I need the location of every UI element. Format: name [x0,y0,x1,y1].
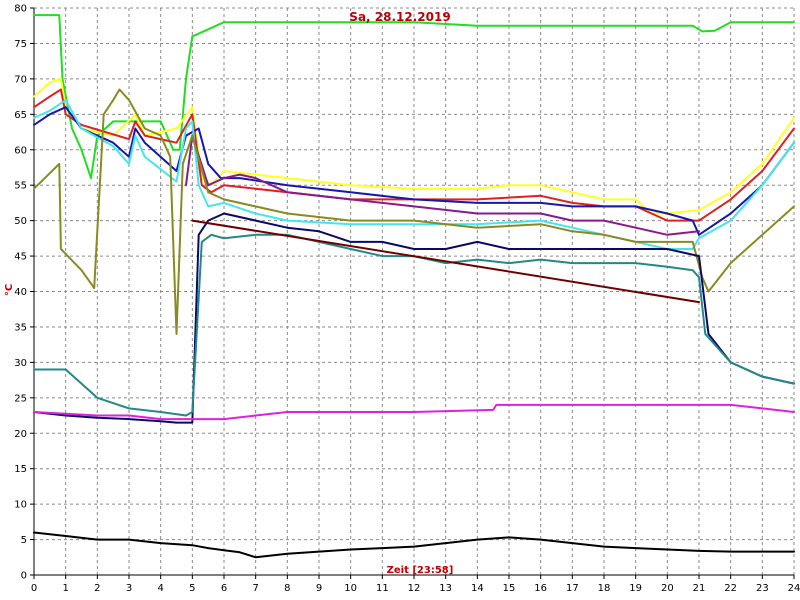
x-tick-label-7: 7 [252,583,258,594]
x-tick-label-12: 12 [408,583,421,594]
x-axis-label: Zeit [23:58] [387,565,454,576]
y-tick-label-2: 10 [14,500,27,511]
x-tick-label-20: 20 [661,583,674,594]
chart-container: 0 1 2 3 4 5 6 7 8 9 10 11 12 13 14 15 16 17 18 19 20 21 22 23 24… [0,0,800,600]
x-tick-label-17: 17 [566,583,579,594]
x-tick-label-10: 10 [344,583,357,594]
y-tick-label-4: 20 [14,429,27,440]
y-tick-label-7: 35 [14,322,27,333]
y-tick-label-13: 65 [14,110,27,121]
x-tick-label-21: 21 [693,583,706,594]
y-tick-label-6: 30 [14,358,27,369]
chart-title: Sa, 28.12.2019 [349,10,450,24]
y-tick-label-16: 80 [14,4,27,15]
x-tick-label-4: 4 [157,583,163,594]
temperature-chart: 0 1 2 3 4 5 6 7 8 9 10 11 12 13 14 15 16 17 18 19 20 21 22 23 24… [4,4,800,595]
x-tick-label-11: 11 [376,583,389,594]
x-tick-label-18: 18 [598,583,611,594]
x-tick-label-8: 8 [284,583,290,594]
y-tick-label-3: 15 [14,464,27,475]
x-tick-label-3: 3 [126,583,132,594]
x-tick-label-2: 2 [94,583,100,594]
x-tick-label-13: 13 [439,583,452,594]
x-tick-label-22: 22 [724,583,737,594]
x-tick-label-9: 9 [316,583,322,594]
y-tick-label-10: 50 [14,216,27,227]
labels: Sa, 28.12.2019 Zeit [23:58] °C [4,10,453,576]
y-tick-label-0: 0 [21,571,27,582]
x-tick-label-23: 23 [756,583,769,594]
y-tick-label-1: 5 [21,535,27,546]
y-tick-label-15: 75 [14,39,27,50]
y-tick-label-11: 55 [14,181,27,192]
y-tick-label-8: 40 [14,287,27,298]
x-tick-label-19: 19 [629,583,642,594]
y-axis-label: °C [4,284,15,296]
y-tick-label-14: 70 [14,74,27,85]
y-tick-label-5: 25 [14,393,27,404]
x-tick-label-14: 14 [471,583,484,594]
x-tick-label-6: 6 [221,583,227,594]
y-tick-label-9: 45 [14,252,27,263]
x-tick-label-1: 1 [62,583,68,594]
x-tick-label-16: 16 [534,583,547,594]
x-tick-label-24: 24 [788,583,800,594]
y-tick-label-12: 60 [14,145,27,156]
x-tick-label-15: 15 [503,583,516,594]
x-tick-label-0: 0 [31,583,37,594]
x-tick-label-5: 5 [189,583,195,594]
grid [34,7,795,575]
